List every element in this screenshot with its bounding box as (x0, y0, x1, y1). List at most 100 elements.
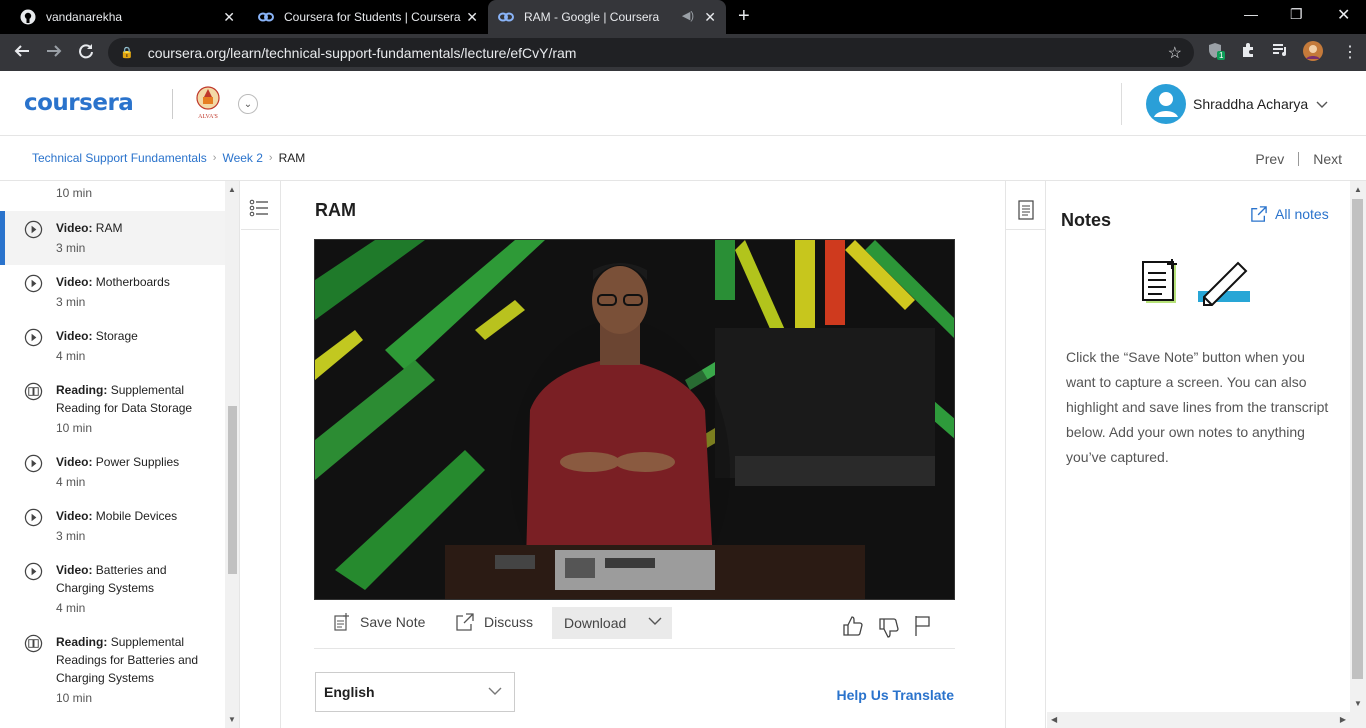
scroll-right-icon[interactable]: ▶ (1340, 715, 1346, 724)
course-outline-sidebar: 10 min Video: RAM 3 min Video: Motherboa… (0, 181, 225, 728)
video-player[interactable] (314, 239, 955, 600)
video-toolbar: Save Note Discuss Download (314, 603, 955, 649)
browser-tab[interactable]: Coursera for Students | Coursera ✕ (248, 0, 488, 34)
bookmark-star-icon[interactable]: ☆ (1168, 43, 1182, 63)
save-note-label: Save Note (360, 614, 426, 630)
minimize-icon[interactable]: — (1244, 6, 1258, 22)
prev-button[interactable]: Prev (1255, 151, 1284, 167)
close-tab-icon[interactable]: ✕ (223, 9, 235, 26)
sidebar-item-motherboards[interactable]: Video: Motherboards 3 min (0, 265, 225, 319)
browser-tab[interactable]: vandanarekha ✕ (10, 0, 245, 34)
all-notes-label: All notes (1275, 206, 1329, 222)
new-tab-icon[interactable]: + (738, 5, 750, 28)
address-bar[interactable]: 🔒 coursera.org/learn/technical-support-f… (108, 38, 1194, 67)
video-frame (315, 240, 954, 599)
sidebar-item-duration: 10 min (56, 691, 93, 705)
sidebar-item-reading-batteries[interactable]: Reading: Supplemental Readings for Batte… (0, 625, 225, 715)
forward-icon[interactable] (46, 43, 62, 64)
browser-toolbar: 🔒 coursera.org/learn/technical-support-f… (0, 34, 1366, 71)
discuss-button[interactable]: Discuss (456, 613, 533, 631)
sidebar-item-title: Storage (95, 329, 138, 343)
help-translate-link[interactable]: Help Us Translate (837, 687, 955, 703)
sidebar-item-kind: Video: (56, 509, 93, 523)
sidebar-item-duration: 4 min (56, 475, 86, 489)
sidebar-item-batteries[interactable]: Video: Batteries and Charging Systems 4 … (0, 553, 225, 625)
back-icon[interactable] (14, 43, 30, 64)
reload-icon[interactable] (78, 43, 94, 64)
language-select[interactable]: English (315, 672, 515, 712)
scroll-up-icon[interactable]: ▲ (228, 185, 236, 194)
play-icon (24, 562, 43, 581)
flag-icon[interactable] (914, 615, 932, 637)
close-window-icon[interactable]: ✕ (1337, 5, 1350, 25)
rail-divider (241, 229, 279, 230)
sidebar-item-kind: Reading: (56, 383, 108, 397)
extensions-puzzle-icon[interactable] (1240, 42, 1256, 63)
sidebar-item-title: Mobile Devices (95, 509, 178, 523)
extension-badge: 1 (1217, 51, 1226, 60)
scroll-down-icon[interactable]: ▼ (228, 715, 236, 724)
header-divider (172, 89, 173, 119)
save-note-button[interactable]: Save Note (334, 613, 425, 631)
sidebar-item-power-supplies[interactable]: Video: Power Supplies 4 min (0, 445, 225, 499)
notes-toggle-rail (1005, 181, 1046, 728)
sidebar-item-duration: 4 min (56, 601, 86, 615)
all-notes-link[interactable]: All notes (1251, 206, 1329, 222)
restore-icon[interactable]: ❐ (1290, 6, 1303, 23)
play-icon (24, 508, 43, 527)
lecture-title: RAM (315, 200, 356, 220)
notes-horizontal-scrollbar[interactable]: ◀ ▶ (1047, 712, 1350, 728)
prev-next-divider (1298, 152, 1300, 166)
mute-tab-icon[interactable]: ◀) (682, 9, 694, 22)
prev-next-nav: Prev Next (1255, 151, 1342, 167)
user-menu[interactable]: Shraddha Acharya (1193, 96, 1328, 112)
language-value: English (324, 684, 375, 700)
thumbs-down-icon[interactable] (878, 617, 900, 639)
browser-tab-active[interactable]: RAM - Google | Coursera ◀) ✕ (488, 0, 726, 34)
shield-extension-icon[interactable]: 1 (1207, 42, 1226, 65)
scrollbar-thumb[interactable] (228, 406, 237, 574)
chrome-menu-icon[interactable]: ⋮ (1342, 42, 1358, 62)
breadcrumb-separator: › (212, 152, 217, 164)
next-button[interactable]: Next (1313, 151, 1342, 167)
download-dropdown[interactable]: Download (552, 607, 672, 639)
sidebar-item-kind: Video: (56, 455, 93, 469)
scrollbar-thumb[interactable] (1352, 199, 1363, 679)
sidebar-item-duration: 4 min (56, 349, 86, 363)
user-avatar[interactable] (1146, 84, 1186, 124)
sidebar-item-mobile-devices[interactable]: Video: Mobile Devices 3 min (0, 499, 225, 553)
alvas-logo-caption: ALVA'S (198, 114, 218, 120)
lock-icon[interactable]: 🔒 (120, 46, 134, 59)
scroll-left-icon[interactable]: ◀ (1051, 715, 1057, 724)
alvas-logo-icon[interactable]: ALVA'S (193, 85, 223, 121)
profile-avatar-icon[interactable] (1302, 40, 1324, 67)
note-add-icon (334, 613, 349, 631)
download-label: Download (564, 615, 627, 631)
notes-title: Notes (1061, 210, 1112, 230)
scroll-down-icon[interactable]: ▼ (1354, 699, 1362, 708)
breadcrumb-bar: Technical Support Fundamentals › Week 2 … (0, 136, 1366, 181)
scroll-up-icon[interactable]: ▲ (1354, 185, 1362, 194)
breadcrumb-course-link[interactable]: Technical Support Fundamentals (32, 151, 207, 165)
partner-dropdown-icon[interactable]: ⌄ (238, 94, 258, 114)
notes-illustration-icon (1142, 259, 1250, 306)
sidebar-item-duration: 10 min (56, 421, 93, 435)
sidebar-scrollbar[interactable]: ▲ ▼ (225, 181, 240, 728)
sidebar-item-duration: 3 min (56, 529, 86, 543)
sidebar-item-storage[interactable]: Video: Storage 4 min (0, 319, 225, 373)
play-icon (24, 274, 43, 293)
lecture-main: RAM Save Note Discuss Download English H… (282, 181, 1004, 728)
list-outline-icon[interactable] (249, 198, 269, 218)
sidebar-item-ram[interactable]: Video: RAM 3 min (0, 211, 225, 265)
thumbs-up-icon[interactable] (842, 615, 864, 637)
sidebar-item-reading-data-storage[interactable]: Reading: Supplemental Reading for Data S… (0, 373, 225, 445)
coursera-logo[interactable]: coursera (24, 90, 134, 116)
notes-icon[interactable] (1017, 200, 1035, 220)
notes-scrollbar[interactable]: ▲ ▼ (1350, 181, 1366, 728)
close-tab-icon[interactable]: ✕ (466, 9, 478, 26)
notes-panel: Notes All notes Click the “Save Note” bu… (1047, 181, 1350, 728)
breadcrumb-week-link[interactable]: Week 2 (222, 151, 262, 165)
close-tab-icon[interactable]: ✕ (704, 9, 716, 26)
site-header: coursera ALVA'S ⌄ Shraddha Acharya (0, 71, 1366, 136)
media-queue-icon[interactable] (1272, 42, 1288, 63)
